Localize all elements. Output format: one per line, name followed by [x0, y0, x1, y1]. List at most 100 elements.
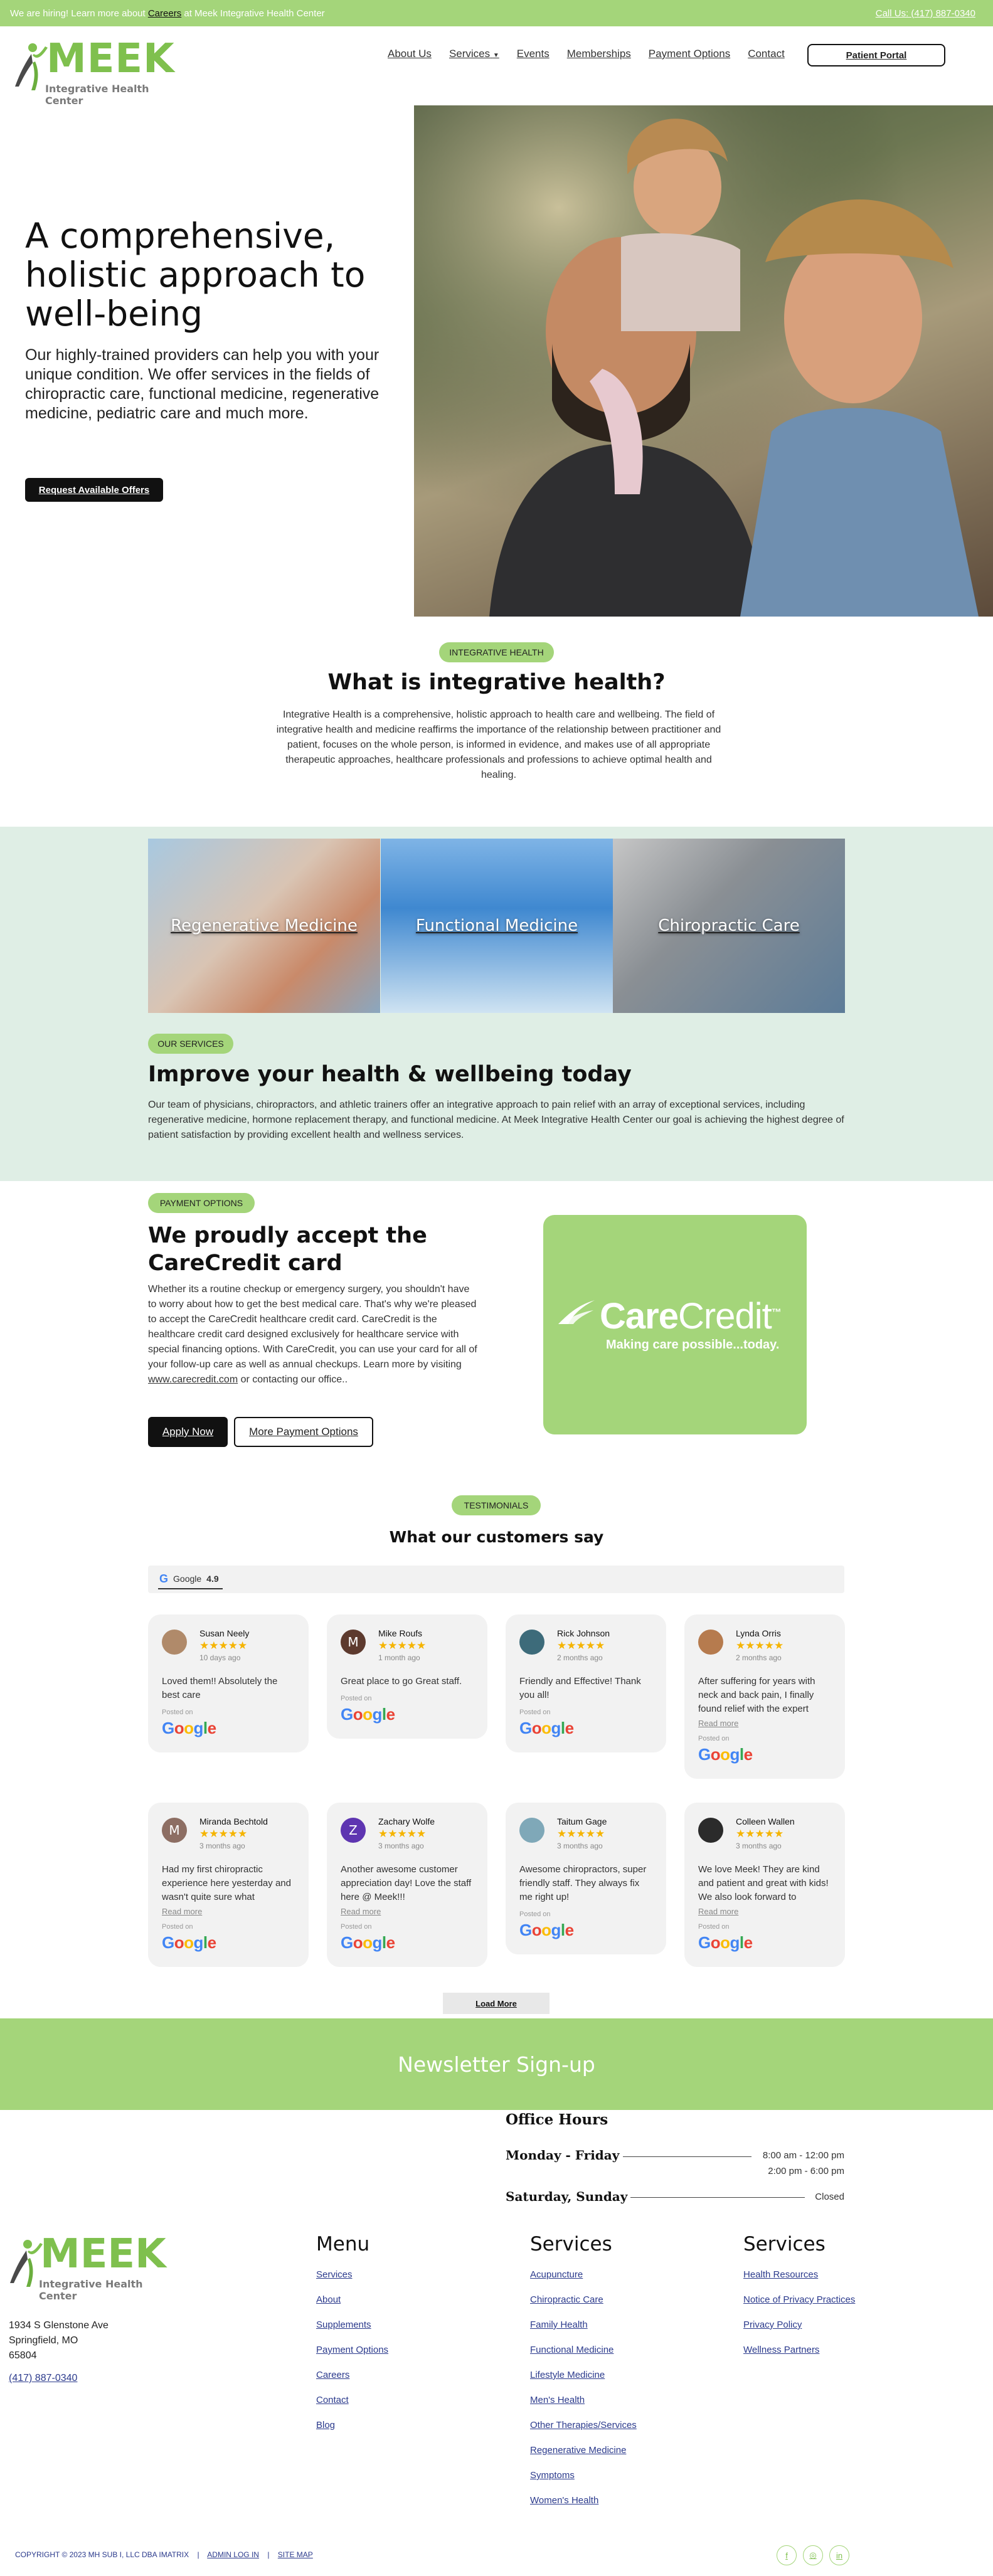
- call-us-link[interactable]: Call Us: (417) 887-0340: [876, 8, 983, 19]
- review-date: 2 months ago: [557, 1653, 603, 1662]
- office-hours-day: Saturday, Sunday: [506, 2189, 628, 2204]
- carecredit-title: We proudly accept the CareCredit card: [148, 1223, 427, 1276]
- newsletter-title: Newsletter Sign-up: [398, 2052, 595, 2077]
- nav-memberships[interactable]: Memberships: [567, 48, 631, 60]
- review-card: Lynda Orris ★★★★★ 2 months ago After suffer…: [684, 1614, 845, 1779]
- careers-link[interactable]: Careers: [148, 8, 181, 19]
- testimonials-pill: TESTIMONIALS: [452, 1495, 541, 1515]
- reviewer-avatar: [162, 1630, 187, 1655]
- footer-service-link[interactable]: Women's Health: [530, 2494, 637, 2520]
- footer-service-link[interactable]: Regenerative Medicine: [530, 2444, 637, 2469]
- footer-menu-link[interactable]: Payment Options: [316, 2344, 388, 2369]
- nav-events[interactable]: Events: [517, 48, 550, 60]
- footer-resource-link[interactable]: Health Resources: [743, 2269, 855, 2294]
- footer-menu-link[interactable]: Contact: [316, 2394, 388, 2419]
- site-logo[interactable]: MEEK Integrative Health Center: [14, 36, 177, 107]
- footer-menu-link[interactable]: Careers: [316, 2369, 388, 2394]
- reviewer-avatar: [519, 1818, 544, 1843]
- footer-address: 1934 S Glenstone Ave Springfield, MO 658…: [9, 2318, 109, 2363]
- carecredit-link[interactable]: www.carecredit.com: [148, 1374, 238, 1385]
- newsletter-signup-banner[interactable]: Newsletter Sign-up: [0, 2018, 993, 2110]
- footer-service-link[interactable]: Lifestyle Medicine: [530, 2369, 637, 2394]
- footer-resource-link[interactable]: Wellness Partners: [743, 2344, 855, 2369]
- service-card-functional[interactable]: Functional Medicine: [381, 839, 613, 1013]
- posted-on-label: Posted on: [341, 1923, 372, 1931]
- footer-services-title: Services: [530, 2233, 612, 2255]
- carecredit-swoosh-icon: [558, 1300, 595, 1324]
- office-hours-divider: [630, 2197, 805, 2198]
- linkedin-icon[interactable]: in: [829, 2545, 849, 2565]
- posted-on-label: Posted on: [162, 1709, 193, 1716]
- facebook-icon[interactable]: f: [777, 2545, 797, 2565]
- footer-menu-link[interactable]: Services: [316, 2269, 388, 2294]
- hero-title: A comprehensive, holistic approach to we…: [25, 216, 366, 334]
- footer-menu-title: Menu: [316, 2233, 370, 2255]
- office-hours-time: 2:00 pm - 6:00 pm: [768, 2166, 844, 2176]
- nav-payment-options[interactable]: Payment Options: [649, 48, 730, 60]
- load-more-button[interactable]: Load More: [443, 1993, 550, 2014]
- footer-service-link[interactable]: Symptoms: [530, 2469, 637, 2494]
- posted-on-label: Posted on: [698, 1923, 730, 1931]
- footer-service-link[interactable]: Functional Medicine: [530, 2344, 637, 2369]
- footer-service-link[interactable]: Chiropractic Care: [530, 2294, 637, 2319]
- logo-subtitle: Integrative Health Center: [39, 2278, 143, 2302]
- hiring-text: We are hiring! Learn more about Careers …: [10, 8, 325, 19]
- footer-resource-link[interactable]: Notice of Privacy Practices: [743, 2294, 855, 2319]
- nav-about-us[interactable]: About Us: [388, 48, 432, 60]
- site-map-link[interactable]: SITE MAP: [278, 2550, 313, 2559]
- footer-menu-link[interactable]: About: [316, 2294, 388, 2319]
- services-body: Our team of physicians, chiropractors, a…: [148, 1100, 844, 1140]
- more-payment-options-button[interactable]: More Payment Options: [234, 1417, 373, 1447]
- posted-on-label: Posted on: [519, 1709, 551, 1716]
- google-reviews-tab[interactable]: G Google 4.9: [158, 1569, 223, 1589]
- reviewer-name: Lynda Orris: [736, 1628, 781, 1638]
- patient-portal-button[interactable]: Patient Portal: [807, 44, 945, 66]
- apply-now-button[interactable]: Apply Now: [148, 1417, 228, 1447]
- google-logo-icon: Google: [698, 1933, 753, 1952]
- logo-wordmark: MEEK: [46, 36, 175, 82]
- separator: |: [197, 2550, 199, 2559]
- posted-on-label: Posted on: [519, 1911, 551, 1918]
- footer-menu-link[interactable]: Blog: [316, 2419, 388, 2444]
- instagram-icon[interactable]: ◎: [803, 2545, 823, 2565]
- logo-subtitle: Integrative Health Center: [45, 83, 149, 107]
- integrative-health-body: Integrative Health is a comprehensive, h…: [276, 709, 721, 780]
- carecredit-body: Whether its a routine checkup or emergen…: [148, 1282, 481, 1387]
- footer-menu-link[interactable]: Supplements: [316, 2319, 388, 2344]
- integrative-health-pill: INTEGRATIVE HEALTH: [439, 642, 554, 662]
- main-nav: About Us Services ▼ Events Memberships P…: [388, 48, 785, 60]
- reviewer-avatar: M: [162, 1818, 187, 1843]
- office-hours-divider: [623, 2156, 751, 2157]
- service-card-chiropractic[interactable]: Chiropractic Care: [613, 839, 845, 1013]
- footer-service-link[interactable]: Men's Health: [530, 2394, 637, 2419]
- footer-service-link[interactable]: Family Health: [530, 2319, 637, 2344]
- google-logo-icon: Google: [341, 1933, 395, 1952]
- footer-services2-title: Services: [743, 2233, 826, 2255]
- review-card: Colleen Wallen ★★★★★ 3 months ago We love M…: [684, 1803, 845, 1967]
- nav-contact[interactable]: Contact: [748, 48, 785, 60]
- footer-service-link[interactable]: Acupuncture: [530, 2269, 637, 2294]
- read-more-link[interactable]: Read more: [341, 1907, 381, 1916]
- nav-services[interactable]: Services ▼: [449, 48, 499, 60]
- read-more-link[interactable]: Read more: [698, 1907, 738, 1916]
- footer-resource-link[interactable]: Privacy Policy: [743, 2319, 855, 2344]
- reviewer-avatar: M: [341, 1630, 366, 1655]
- footer-phone-link[interactable]: (417) 887-0340: [9, 2373, 77, 2384]
- review-text: After suffering for years with neck and …: [698, 1676, 815, 1714]
- announcement-bar: We are hiring! Learn more about Careers …: [0, 0, 993, 26]
- address-line: 1934 S Glenstone Ave: [9, 2320, 109, 2331]
- footer-logo[interactable]: MEEK Integrative Health Center: [9, 2234, 178, 2302]
- office-hours-time: Closed: [815, 2192, 844, 2202]
- admin-login-link[interactable]: ADMIN LOG IN: [207, 2550, 259, 2559]
- request-offers-button[interactable]: Request Available Offers: [25, 478, 163, 502]
- read-more-link[interactable]: Read more: [698, 1719, 738, 1728]
- reviewer-name: Rick Johnson: [557, 1628, 610, 1638]
- star-rating-icon: ★★★★★: [557, 1828, 605, 1840]
- service-card-regenerative[interactable]: Regenerative Medicine: [148, 839, 380, 1013]
- star-rating-icon: ★★★★★: [736, 1828, 784, 1840]
- footer-service-link[interactable]: Other Therapies/Services: [530, 2419, 637, 2444]
- read-more-link[interactable]: Read more: [162, 1907, 202, 1916]
- star-rating-icon: ★★★★★: [199, 1640, 248, 1651]
- reviewer-name: Mike Roufs: [378, 1628, 423, 1638]
- review-card: Taitum Gage ★★★★★ 3 months ago Awesome chir…: [506, 1803, 666, 1954]
